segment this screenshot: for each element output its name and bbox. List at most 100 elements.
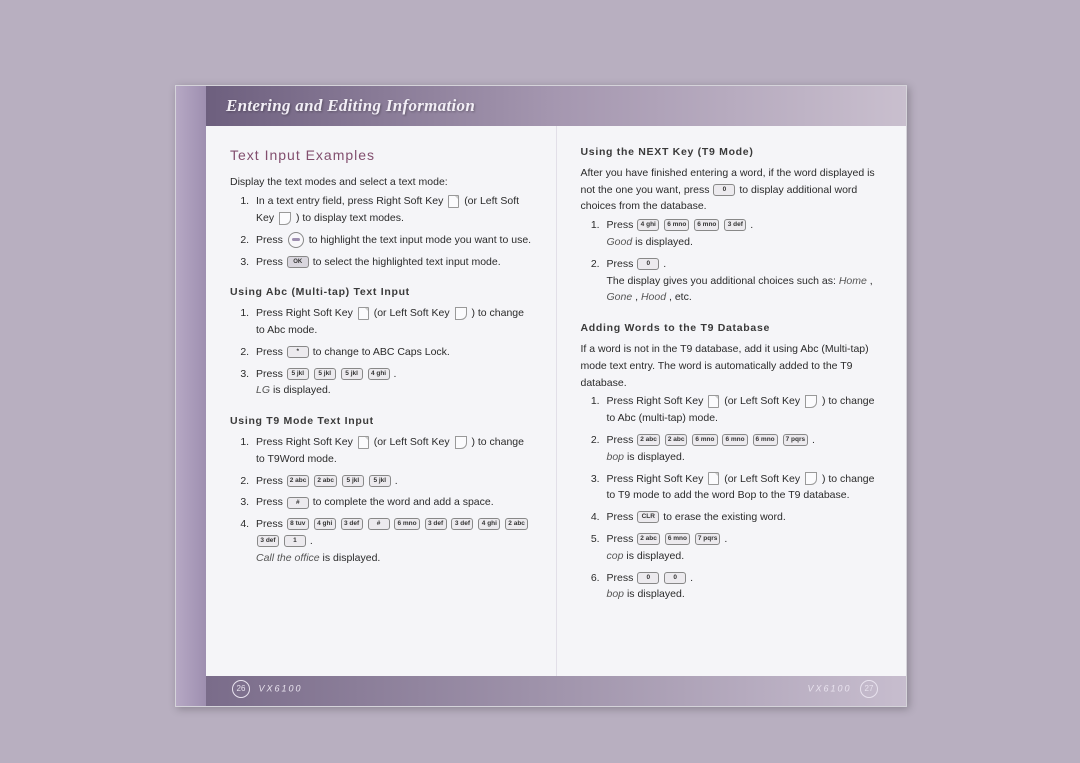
text: Press [607,219,637,231]
three-key-icon: 3 def [724,219,746,231]
left-soft-key-icon [455,307,467,320]
text: (or Left Soft Key [374,307,453,319]
mode-select-steps: In a text entry field, press Right Soft … [230,193,532,270]
six-key-icon: 6 mno [394,518,419,530]
text: is displayed. [627,588,685,600]
left-margin-strip [176,86,206,706]
result-text: bop [607,451,625,463]
six-key-icon: 6 mno [753,434,778,446]
clr-key-icon: CLR [637,511,659,523]
step: Press OK to select the highlighted text … [252,254,532,271]
step: Press 5 jkl 5 jkl 5 jkl 4 ghi . LG is di… [252,366,532,400]
step: Press 2 abc 6 mno 7 pqrs . cop is displa… [603,531,883,565]
seven-key-icon: 7 pqrs [695,533,721,545]
ok-key-icon: OK [287,256,309,268]
subheading: Using Abc (Multi-tap) Text Input [230,284,532,301]
text: Press [607,258,637,270]
text: is displayed. [626,550,684,562]
step: Press 2 abc 2 abc 5 jkl 5 jkl . [252,473,532,490]
step: Press to highlight the text input mode y… [252,232,532,249]
text: to erase the existing word. [663,511,786,523]
step: Press Right Soft Key (or Left Soft Key )… [603,393,883,427]
right-soft-key-icon [358,436,369,449]
five-key-icon: 5 jkl [287,368,309,380]
text: is displayed. [323,552,381,564]
step: In a text entry field, press Right Soft … [252,193,532,227]
four-key-icon: 4 ghi [478,518,500,530]
text: is displayed. [273,384,331,396]
text: is displayed. [627,451,685,463]
four-key-icon: 4 ghi [637,219,659,231]
result-text: cop [607,550,624,562]
model-label: VX6100 [259,683,303,693]
four-key-icon: 4 ghi [314,518,336,530]
zero-key-icon: 0 [713,184,735,196]
two-key-icon: 2 abc [637,434,660,446]
text: Press [607,533,637,545]
content-area: Text Input Examples Display the text mod… [206,126,906,676]
text: to change to ABC Caps Lock. [313,346,450,358]
step: Press Right Soft Key (or Left Soft Key )… [603,471,883,505]
right-soft-key-icon [358,307,369,320]
text: Press [256,518,286,530]
footer-left: 26 VX6100 [228,680,303,698]
five-key-icon: 5 jkl [369,475,391,487]
text: Press [256,256,286,268]
text: The display gives you additional choices… [607,275,839,287]
text: to complete the word and add a space. [313,496,494,508]
text: . [310,535,313,547]
subheading: Using the NEXT Key (T9 Mode) [581,144,883,161]
six-key-icon: 6 mno [665,533,690,545]
two-key-icon: 2 abc [314,475,337,487]
six-key-icon: 6 mno [664,219,689,231]
two-key-icon: 2 abc [287,475,310,487]
text: . [663,258,666,270]
step: Press 8 tuv 4 ghi 3 def # 6 mno 3 def 3 … [252,516,532,566]
page-number-right: 27 [860,680,878,698]
text: Press Right Soft Key [256,436,356,448]
hash-key-icon: # [287,497,309,509]
next-steps: Press 4 ghi 6 mno 6 mno 3 def . Good is … [581,217,883,306]
footer-right: VX6100 27 [807,680,882,698]
text: , [870,275,873,287]
text: Press [607,511,637,523]
seven-key-icon: 7 pqrs [783,434,809,446]
three-key-icon: 3 def [341,518,363,530]
step: Press * to change to ABC Caps Lock. [252,344,532,361]
text: In a text entry field, press Right Soft … [256,195,446,207]
text: to select the highlighted text input mod… [313,256,501,268]
text: Press [607,572,637,584]
text: (or Left Soft Key [374,436,453,448]
page-number-left: 26 [232,680,250,698]
text: . [724,533,727,545]
nav-key-icon [288,232,304,248]
result-text: Call the office [256,552,320,564]
text: to highlight the text input mode you wan… [309,234,531,246]
section-title: Text Input Examples [230,144,532,166]
text: . [690,572,693,584]
text: (or Left Soft Key [724,395,803,407]
left-soft-key-icon [805,395,817,408]
paragraph: After you have finished entering a word,… [581,165,883,215]
text: Press [256,475,286,487]
text: Press [607,434,637,446]
text: Press [256,496,286,508]
model-label: VX6100 [807,683,851,693]
step: Press Right Soft Key (or Left Soft Key )… [252,305,532,339]
result-text: LG [256,384,270,396]
step: Press 4 ghi 6 mno 6 mno 3 def . Good is … [603,217,883,251]
subheading: Using T9 Mode Text Input [230,413,532,430]
footer-bar [206,676,906,706]
text: Home [839,275,867,287]
text: , etc. [669,291,692,303]
zero-key-icon: 0 [637,258,659,270]
t9-steps: Press Right Soft Key (or Left Soft Key )… [230,434,532,567]
page-right: Using the NEXT Key (T9 Mode) After you h… [557,126,907,676]
text: ) to display text modes. [296,212,404,224]
text: Gone [607,291,633,303]
step: Press Right Soft Key (or Left Soft Key )… [252,434,532,468]
abc-steps: Press Right Soft Key (or Left Soft Key )… [230,305,532,399]
eight-key-icon: 8 tuv [287,518,309,530]
text: is displayed. [635,236,693,248]
chapter-header: Entering and Editing Information [206,86,906,126]
